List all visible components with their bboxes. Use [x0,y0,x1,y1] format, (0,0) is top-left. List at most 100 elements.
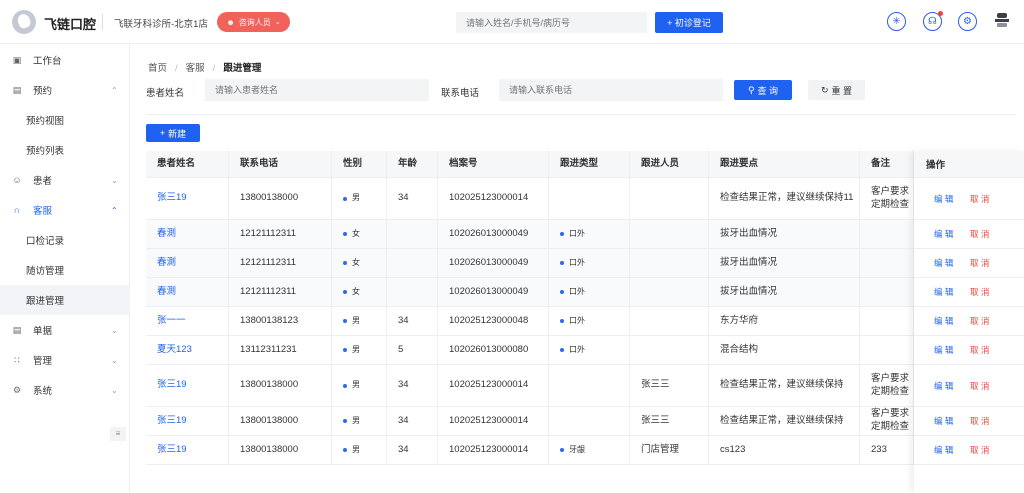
chevron-down-icon: ⌄ [111,355,118,365]
sidebar-item-appointment-list[interactable]: 预约列表 [0,135,130,165]
sidebar-item-documents[interactable]: ▤ 单据 ⌄ [0,315,130,345]
patient-name-input[interactable] [205,79,429,101]
patient-name-text[interactable]: 张三19 [157,379,187,392]
calendar-icon: ▤ [12,84,22,95]
reset-button[interactable]: ↻ 重 置 [808,80,865,100]
sun-icon[interactable]: ✳ [887,12,906,31]
status-dot [560,290,564,294]
cancel-link[interactable]: 取 消 [970,286,989,298]
patient-name-text[interactable]: 张三19 [157,444,187,457]
bell-icon[interactable]: ☊ [923,11,943,31]
edit-link[interactable]: 编 辑 [934,444,953,456]
file-number-cell: 102025123000014 [438,407,549,435]
chevron-down-icon: ⌄ [111,175,118,185]
patient-name-cell[interactable]: 张一一 [146,307,229,335]
status-dot [560,319,564,323]
status-dot [343,290,347,294]
patient-name-cell[interactable]: 张三19 [146,436,229,464]
patient-name-text[interactable]: 春測 [157,257,176,270]
query-button[interactable]: ⚲ 查 询 [734,80,792,100]
patient-name-cell[interactable]: 春測 [146,220,229,248]
edit-link[interactable]: 编 辑 [934,315,953,327]
sidebar-item-follow-visit[interactable]: 随访管理 [0,255,130,285]
status-dot [560,232,564,236]
new-button[interactable]: + 新建 [146,124,200,142]
status-dot [343,232,347,236]
patient-name-text[interactable]: 张一一 [157,315,186,328]
collapse-sidebar-icon[interactable]: ≡ [110,427,126,441]
age-cell: 34 [387,178,438,219]
gear-icon: ⚙ [12,384,22,395]
patient-name-text[interactable]: 春測 [157,228,176,241]
settings-icon[interactable]: ⚙ [958,12,977,31]
patient-name-cell[interactable]: 张三19 [146,407,229,435]
sidebar-item-follow-up-management[interactable]: 跟进管理 [0,285,130,315]
patient-name-cell[interactable]: 张三19 [146,178,229,219]
patient-name-text[interactable]: 春測 [157,286,176,299]
breadcrumb-service[interactable]: 客服 [186,63,205,74]
note-cell: 客户要求定期检查 [860,365,914,406]
cancel-link[interactable]: 取 消 [970,228,989,240]
edit-link[interactable]: 编 辑 [934,257,953,269]
patient-name-text[interactable]: 夏天123 [157,344,192,357]
reset-button-label: 重 置 [831,85,853,96]
edit-link[interactable]: 编 辑 [934,415,953,427]
sidebar-item-label: 管理 [33,356,53,367]
sidebar-item-oral-exam-records[interactable]: 口检记录 [0,225,130,255]
edit-link[interactable]: 编 辑 [934,344,953,356]
edit-link[interactable]: 编 辑 [934,380,953,392]
cancel-link[interactable]: 取 消 [970,315,989,327]
follow-type-cell: 牙龈 [549,436,630,464]
patient-name-cell[interactable]: 夏天123 [146,336,229,364]
cancel-link[interactable]: 取 消 [970,344,989,356]
edit-link[interactable]: 编 辑 [934,286,953,298]
clinic-name[interactable]: 飞联牙科诊所-北京1店 [114,16,208,30]
cancel-link[interactable]: 取 消 [970,415,989,427]
column-header: 备注 [860,151,914,177]
note-cell [860,336,914,364]
first-visit-register-button[interactable]: + 初诊登记 [655,12,723,33]
sidebar-item-appointment-view[interactable]: 预约视图 [0,105,130,135]
gender-text: 女 [352,286,360,296]
cancel-link[interactable]: 取 消 [970,380,989,392]
global-search-input[interactable] [456,12,647,33]
follow-staff-text: 张三三 [641,414,670,426]
sidebar-item-management[interactable]: ∷ 管理 ⌄ [0,345,130,375]
patient-name-text[interactable]: 张三19 [157,415,187,428]
cancel-link[interactable]: 取 消 [970,193,989,205]
operations-cell: 编 辑取 消 [914,249,1024,278]
edit-link[interactable]: 编 辑 [934,228,953,240]
age-cell: 34 [387,307,438,335]
follow-point-text: 混合结构 [720,343,759,355]
phone-text: 12121112311 [240,256,297,268]
sidebar-item-patient[interactable]: ☺ 患者 ⌄ [0,165,130,195]
breadcrumb-home[interactable]: 首页 [148,63,167,74]
grid-icon: ∷ [14,354,20,365]
edit-link[interactable]: 编 辑 [934,193,953,205]
sidebar-item-system[interactable]: ⚙ 系统 ⌄ [0,375,130,405]
cancel-link[interactable]: 取 消 [970,444,989,456]
table-row: 张三19 13800138000 男 34 102025123000014 牙龈 门店管理 c… [146,436,1016,465]
file-number-text: 102025123000014 [449,379,529,391]
patient-name-cell[interactable]: 春測 [146,278,229,306]
phone-input[interactable] [499,79,723,101]
patient-name-cell[interactable]: 张三19 [146,365,229,406]
user-icon: ☻ [226,17,235,27]
operations-cell: 编 辑取 消 [914,436,1024,465]
avatar-icon[interactable] [994,12,1010,28]
divider [146,114,1016,115]
refresh-icon: ↻ [820,84,829,95]
follow-type-text: 口外 [569,344,585,354]
status-dot [343,383,347,388]
operations-column: 操作编 辑取 消编 辑取 消编 辑取 消编 辑取 消编 辑取 消编 辑取 消编 … [914,151,1024,493]
patient-name-cell[interactable]: 春測 [146,249,229,277]
cancel-link[interactable]: 取 消 [970,257,989,269]
patient-name-text[interactable]: 张三19 [157,192,187,205]
sidebar-item-dashboard[interactable]: ▣ 工作台 [0,45,130,75]
staff-selector-button[interactable]: ☻ 咨询人员 ⌄ [217,12,290,32]
follow-point-text: 拔牙出血情况 [720,285,778,297]
sidebar-item-appointment[interactable]: ▤ 预约 ⌃ [0,75,130,105]
file-number-text: 102025123000048 [449,314,529,326]
sidebar-item-customer-service[interactable]: ∩ 客服 ⌃ [0,195,130,225]
follow-point-cell: 拔牙出血情况 [709,278,860,306]
